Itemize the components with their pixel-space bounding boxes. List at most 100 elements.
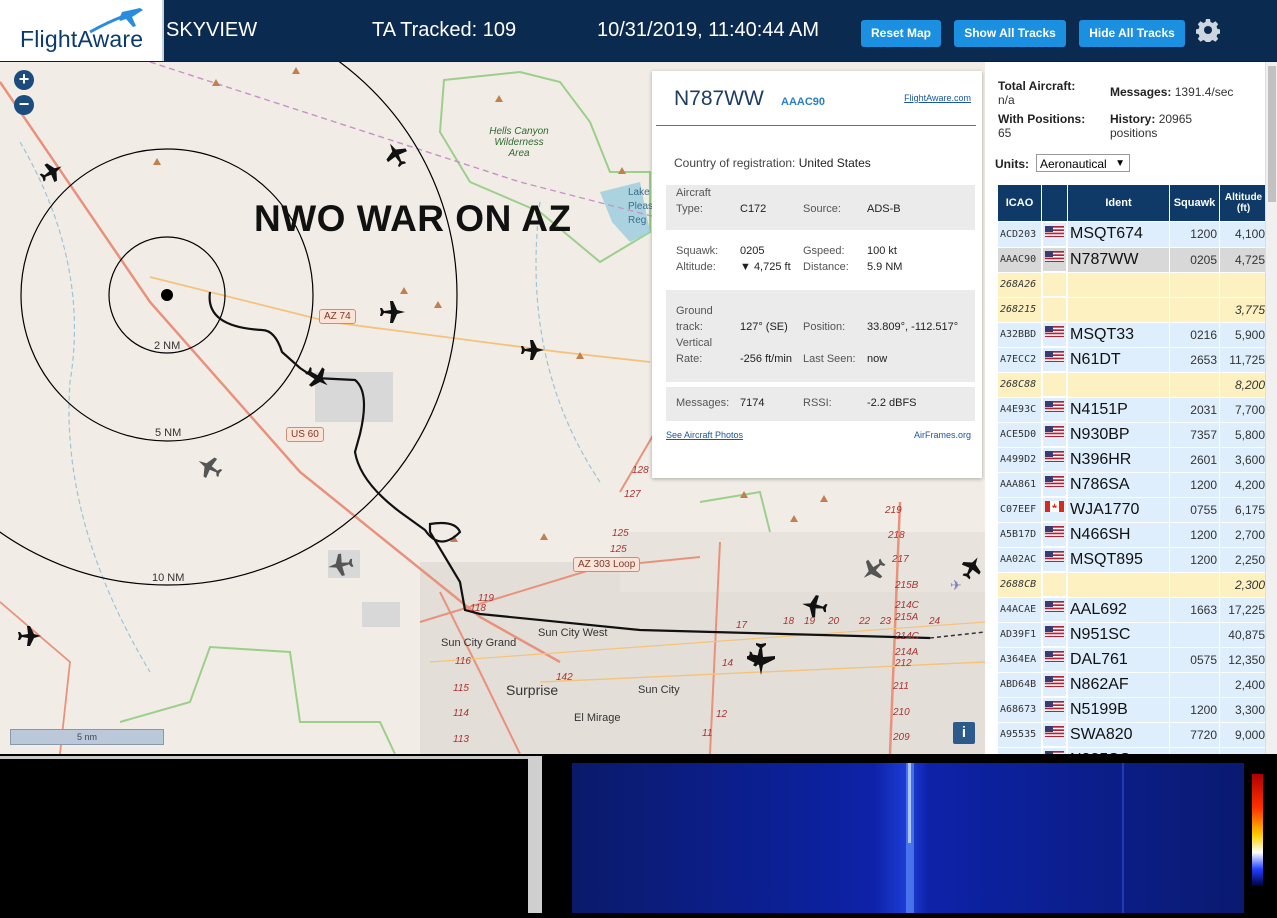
altitude-cell: 8,200 xyxy=(1219,371,1268,398)
table-row[interactable]: AAAC90 N787WW 0205 4,725 xyxy=(997,246,1268,273)
column-header-squawk[interactable]: Squawk xyxy=(1169,184,1220,222)
altitude-cell: 4,100 xyxy=(1219,221,1268,248)
reset-map-button[interactable]: Reset Map xyxy=(861,20,941,47)
place-lake-pleasant: Lake Pleasant Reg xyxy=(628,187,652,226)
zoom-out-button[interactable]: − xyxy=(14,95,34,115)
squawk-cell: 1663 xyxy=(1169,596,1220,623)
table-row[interactable]: A95535 SWA820 7720 9,000 xyxy=(997,721,1268,748)
aircraft-photos-link[interactable]: See Aircraft Photos xyxy=(666,430,743,440)
vertical-rate-label-2: Rate: xyxy=(676,353,703,365)
total-aircraft-label: Total Aircraft: xyxy=(998,79,1076,93)
place-sun-city-grand: Sun City Grand xyxy=(441,637,517,649)
range-label-5nm: 5 NM xyxy=(155,427,182,439)
panel-scrollbar[interactable] xyxy=(1265,62,1277,754)
exit-number: 116 xyxy=(455,656,471,667)
units-select[interactable]: Aeronautical ▼ xyxy=(1036,154,1130,172)
exit-number: 125 xyxy=(610,544,627,555)
altitude-cell xyxy=(1219,271,1268,298)
ident-cell: MSQT674 xyxy=(1067,221,1170,248)
table-row[interactable]: A68673 N5199B 1200 3,300 xyxy=(997,696,1268,723)
altitude-cell: 2,700 xyxy=(1219,521,1268,548)
column-header-flag[interactable] xyxy=(1041,184,1068,222)
map-info-button[interactable]: i xyxy=(953,722,975,744)
altitude-cell: 3,600 xyxy=(1219,446,1268,473)
aircraft-table-body: ACD203 MSQT674 1200 4,100 AAAC90 N787WW 0205 4,… xyxy=(997,221,1268,754)
table-header-row: ICAO Ident Squawk Altitude (ft) xyxy=(997,184,1268,222)
table-row[interactable]: A364EA DAL761 0575 12,350 xyxy=(997,646,1268,673)
gear-icon[interactable] xyxy=(1196,18,1220,42)
squawk-cell: 0216 xyxy=(1169,321,1220,348)
airframes-link[interactable]: AirFrames.org xyxy=(914,430,971,440)
popup-block-track: Ground track: 127° (SE) Position: 33.809… xyxy=(666,290,975,382)
gspeed-value: 100 kt xyxy=(867,245,897,257)
exit-number: 17 xyxy=(736,620,748,631)
show-all-tracks-button[interactable]: Show All Tracks xyxy=(954,20,1066,47)
column-header-ident[interactable]: Ident xyxy=(1067,184,1170,222)
icao-cell: 268A26 xyxy=(997,271,1042,298)
pane-divider[interactable] xyxy=(528,756,542,913)
road-shield-az303: AZ 303 Loop xyxy=(573,557,641,572)
table-row[interactable]: A499D2 N396HR 2601 3,600 xyxy=(997,446,1268,473)
messages-rate-label: Messages: xyxy=(1110,85,1172,99)
bottom-left-pane xyxy=(0,756,528,916)
table-row[interactable]: ACE5D0 N930BP 7357 5,800 xyxy=(997,421,1268,448)
zoom-in-button[interactable]: + xyxy=(14,70,34,90)
squawk-cell xyxy=(1169,571,1220,598)
rssi-label: RSSI: xyxy=(803,397,832,409)
ident-cell xyxy=(1067,296,1170,323)
table-row[interactable]: ACD203 MSQT674 1200 4,100 xyxy=(997,221,1268,248)
ground-track-value: 127° (SE) xyxy=(740,321,788,333)
scrollbar-thumb[interactable] xyxy=(1268,66,1276,202)
flightaware-logo[interactable]: FlightAware xyxy=(0,0,164,61)
exit-number: 214C xyxy=(895,600,919,611)
table-row[interactable]: 268A26 xyxy=(997,271,1268,298)
table-row[interactable]: A32BBD MSQT33 0216 5,900 xyxy=(997,321,1268,348)
exit-number: 217 xyxy=(892,554,909,565)
flag-us-icon xyxy=(1045,526,1064,538)
table-row[interactable]: A4E93C N4151P 2031 7,700 xyxy=(997,396,1268,423)
exit-number: 212 xyxy=(895,658,912,669)
column-header-icao[interactable]: ICAO xyxy=(997,184,1042,222)
altitude-cell: 5,900 xyxy=(1219,321,1268,348)
table-row[interactable]: 2688CB 2,300 xyxy=(997,571,1268,598)
exit-number: 22 xyxy=(859,616,871,627)
table-row[interactable]: AAA861 N786SA 1200 4,200 xyxy=(997,471,1268,498)
flag-cell xyxy=(1042,472,1067,497)
flag-us-icon xyxy=(1045,251,1064,263)
altitude-cell: 7,700 xyxy=(1219,396,1268,423)
column-header-altitude[interactable]: Altitude (ft) xyxy=(1219,184,1268,222)
table-row[interactable]: AD39F1 N951SC 40,875 xyxy=(997,621,1268,648)
table-row[interactable]: AA02AC MSQT895 1200 2,250 xyxy=(997,546,1268,573)
position-value: 33.809°, -112.517° xyxy=(867,321,959,333)
icao-cell: A364EA xyxy=(997,646,1042,673)
icao-cell: AA02AC xyxy=(997,546,1042,573)
table-row[interactable]: C07EEF WJA1770 0755 6,175 xyxy=(997,496,1268,523)
ident-cell: AAL692 xyxy=(1067,596,1170,623)
flag-us-icon xyxy=(1045,726,1064,738)
history-unit: positions xyxy=(1110,126,1158,140)
table-row[interactable]: A4ACAE AAL692 1663 17,225 xyxy=(997,596,1268,623)
table-row[interactable]: 268215 3,775 xyxy=(997,296,1268,323)
waterfall-canvas xyxy=(572,763,1263,913)
hide-all-tracks-button[interactable]: Hide All Tracks xyxy=(1079,20,1185,47)
table-row[interactable]: ABD64B N862AF 2,400 xyxy=(997,671,1268,698)
flag-cell xyxy=(1042,572,1067,597)
ident-cell: SWA820 xyxy=(1067,721,1170,748)
place-el-mirage: El Mirage xyxy=(574,712,621,724)
altitude-cell: 11,725 xyxy=(1219,346,1268,373)
country-value: United States xyxy=(798,156,871,170)
flag-cell xyxy=(1042,447,1067,472)
source-label: Source: xyxy=(803,203,841,215)
table-row[interactable]: A7ECC2 N61DT 2653 11,725 xyxy=(997,346,1268,373)
flightaware-link[interactable]: FlightAware.com xyxy=(904,93,971,103)
ident-cell: N466SH xyxy=(1067,521,1170,548)
aircraft-table: ICAO Ident Squawk Altitude (ft) ACD203 MS… xyxy=(997,184,1268,754)
table-row[interactable]: 268C88 8,200 xyxy=(997,371,1268,398)
icao-cell: AAA861 xyxy=(997,471,1042,498)
total-aircraft-value: n/a xyxy=(998,93,1015,107)
squawk-cell: 2653 xyxy=(1169,346,1220,373)
exit-number: 20 xyxy=(828,616,840,627)
exit-number: 115 xyxy=(453,683,469,694)
table-row[interactable]: A86C80 N835SC53574,100 xyxy=(997,746,1268,754)
table-row[interactable]: A5B17D N466SH 1200 2,700 xyxy=(997,521,1268,548)
